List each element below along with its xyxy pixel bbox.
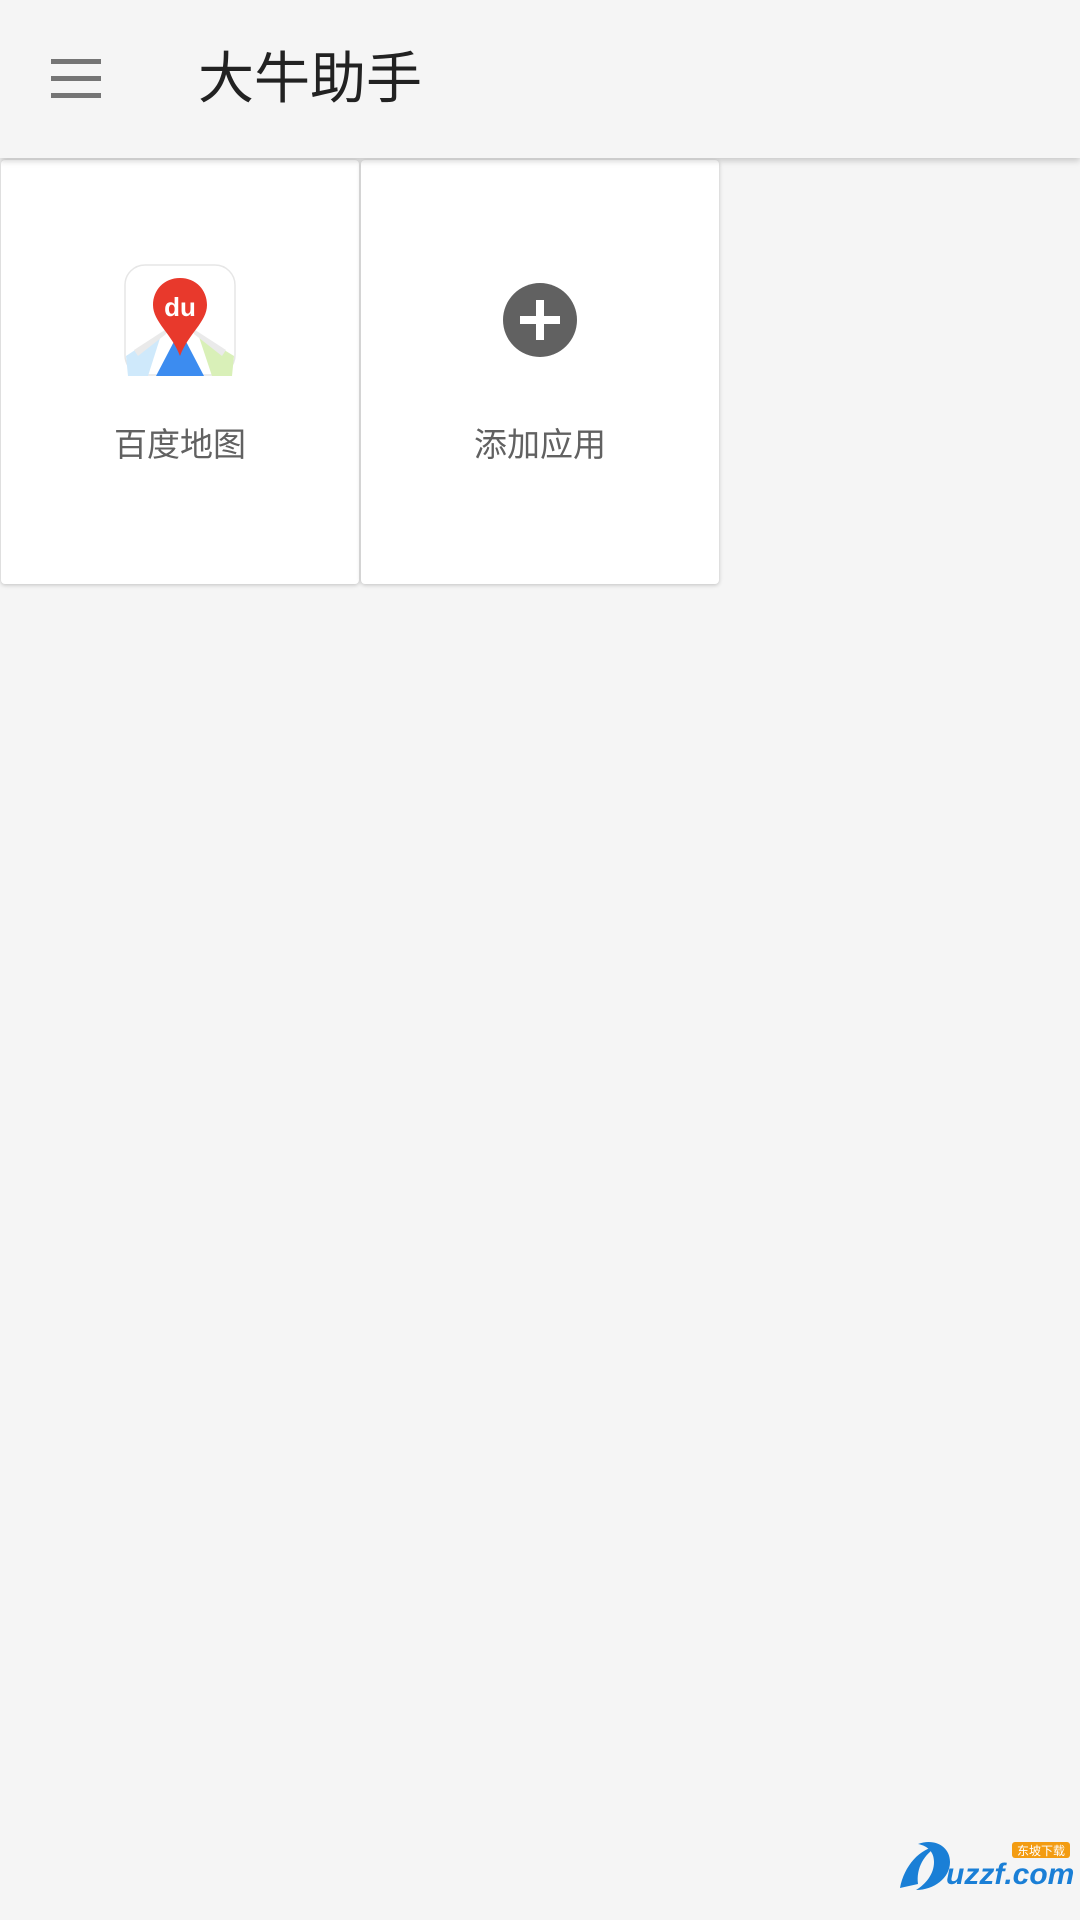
app-title: 大牛助手 xyxy=(198,47,422,112)
svg-text:uzzf.com: uzzf.com xyxy=(946,1858,1074,1891)
menu-button[interactable] xyxy=(30,32,124,126)
hamburger-menu-icon xyxy=(51,59,101,98)
add-app-tile[interactable]: 添加应用 xyxy=(361,160,719,584)
app-tile-baidu-map[interactable]: du 百度地图 xyxy=(1,160,359,584)
add-circle-icon xyxy=(503,283,577,357)
uzzf-logo-icon: uzzf.com 东坡下载 xyxy=(900,1842,1074,1891)
tile-label: 百度地图 xyxy=(114,425,246,464)
tile-label: 添加应用 xyxy=(474,425,606,464)
top-app-bar: 大牛助手 xyxy=(0,0,1080,158)
svg-text:du: du xyxy=(164,292,196,322)
svg-text:东坡下载: 东坡下载 xyxy=(1017,1844,1065,1858)
app-grid: du 百度地图 添加应用 xyxy=(0,160,1080,586)
baidu-map-icon: du xyxy=(124,264,236,376)
